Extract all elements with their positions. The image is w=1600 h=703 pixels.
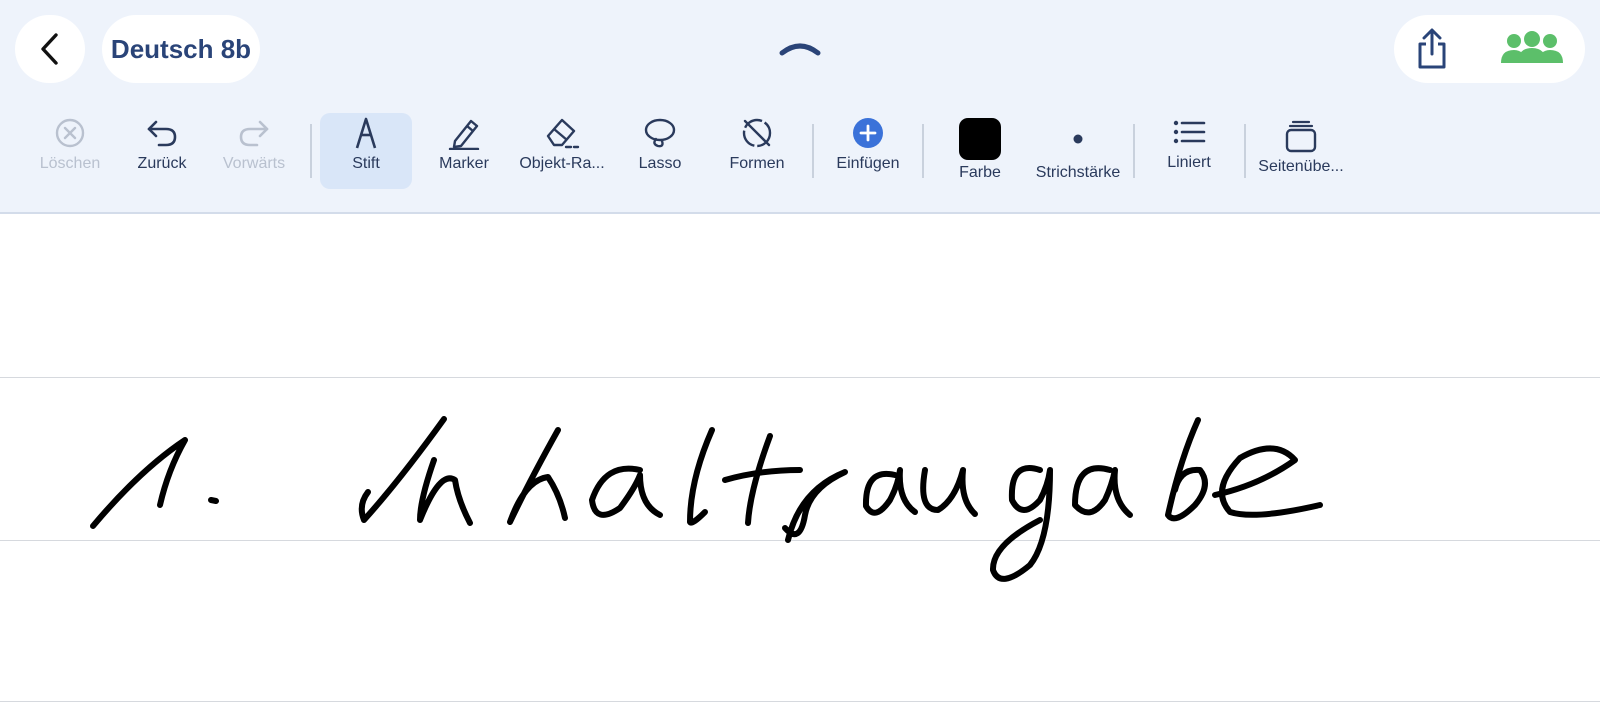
lasso-label: Lasso — [638, 155, 682, 172]
shapes-tool-button[interactable]: Formen — [712, 113, 802, 189]
back-button[interactable] — [15, 15, 85, 83]
undo-label: Zurück — [137, 155, 187, 172]
stroke-width-label: Strichstärke — [1035, 164, 1121, 181]
top-toolbar-area: Deutsch 8b Löschen Zurück Vorwärts Stift… — [0, 0, 1600, 214]
ruled-line — [0, 701, 1600, 702]
collaboration-button[interactable] — [1499, 31, 1565, 67]
share-button[interactable] — [1414, 28, 1450, 70]
redo-button[interactable]: Vorwärts — [214, 113, 294, 189]
dot-icon — [1073, 134, 1083, 144]
insert-button[interactable]: Einfügen — [822, 113, 914, 189]
object-eraser-button[interactable]: Objekt-Ra... — [512, 113, 612, 189]
marker-label: Marker — [439, 155, 489, 172]
notebook-title: Deutsch 8b — [110, 33, 252, 64]
list-icon — [1173, 120, 1206, 144]
shapes-label: Formen — [729, 155, 785, 172]
delete-label: Löschen — [39, 155, 101, 172]
redo-label: Vorwärts — [222, 155, 286, 172]
notebook-title-button[interactable]: Deutsch 8b — [102, 15, 260, 83]
pen-label: Stift — [352, 155, 380, 172]
page-overview-label: Seitenübe... — [1258, 158, 1344, 175]
handwriting-stroke — [90, 416, 1323, 582]
toolbar-divider — [310, 124, 312, 178]
ruled-paper-button[interactable]: Liniert — [1146, 112, 1232, 188]
color-label: Farbe — [959, 164, 1001, 181]
pages-icon — [1285, 120, 1317, 153]
chevron-up-icon — [779, 43, 821, 56]
delete-button[interactable]: Löschen — [30, 113, 110, 189]
share-icon — [1418, 28, 1446, 69]
page-overview-button[interactable]: Seitenübe... — [1252, 116, 1350, 192]
collapse-toolbar-button[interactable] — [774, 36, 826, 62]
ruled-line — [0, 377, 1600, 378]
lasso-icon — [644, 118, 676, 148]
object-eraser-label: Objekt-Ra... — [519, 155, 605, 172]
shapes-off-icon — [742, 118, 772, 148]
redo-icon — [239, 120, 269, 147]
pen-tool-button[interactable]: Stift — [320, 113, 412, 189]
insert-label: Einfügen — [836, 155, 900, 172]
marker-icon — [448, 119, 480, 150]
toolbar-divider — [1133, 124, 1135, 178]
color-picker-button[interactable]: Farbe — [935, 116, 1025, 192]
people-group-icon — [1501, 31, 1563, 63]
undo-button[interactable]: Zurück — [124, 113, 200, 189]
pen-icon — [355, 117, 377, 149]
toolbar-divider — [1244, 124, 1246, 178]
chevron-left-icon — [41, 33, 58, 65]
lasso-tool-button[interactable]: Lasso — [620, 113, 700, 189]
close-circle-icon — [55, 118, 85, 148]
plus-circle-icon — [853, 118, 883, 148]
ruled-label: Liniert — [1167, 154, 1211, 171]
eraser-icon — [546, 118, 580, 149]
stroke-width-button[interactable]: Strichstärke — [1030, 116, 1126, 192]
toolbar-divider — [812, 124, 814, 178]
share-collab-group — [1394, 15, 1585, 83]
toolbar-divider — [922, 124, 924, 178]
undo-icon — [147, 120, 177, 147]
current-color-swatch — [959, 118, 1001, 160]
marker-tool-button[interactable]: Marker — [424, 113, 504, 189]
